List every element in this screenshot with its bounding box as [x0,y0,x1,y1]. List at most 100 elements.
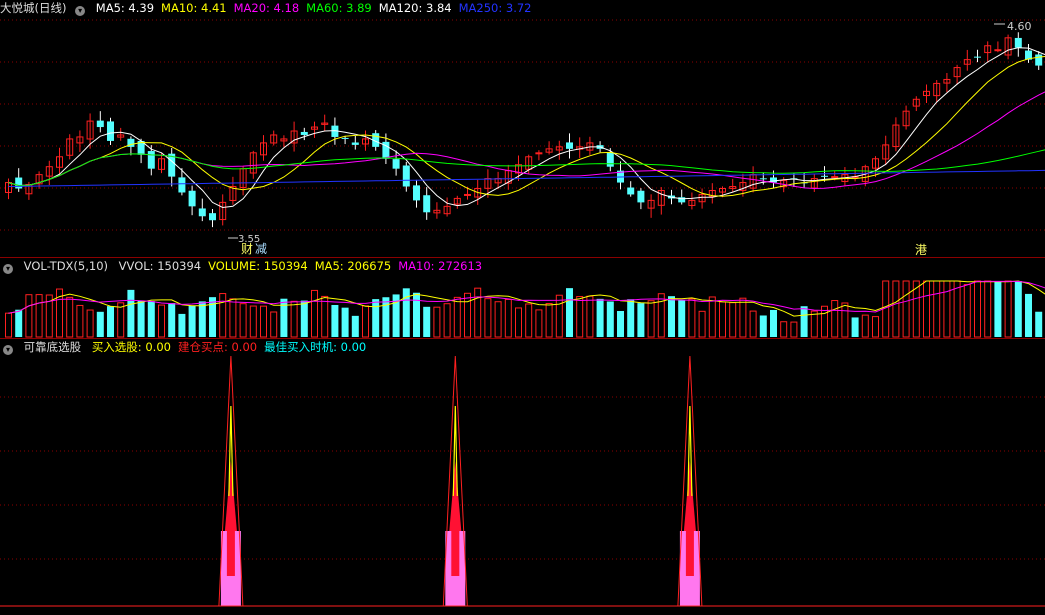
volume-bar [5,312,12,338]
volume-ma5-line [8,280,1045,317]
volume-bar [260,305,267,338]
chevron-down-icon[interactable]: ▾ [75,6,86,16]
candle-body [341,137,349,139]
volume-bar [188,305,196,337]
volume-bar [708,296,716,338]
volume-bar [494,301,502,338]
volume-bar [168,303,176,337]
volume-bar [321,295,329,338]
indicator-label: 最佳买入时机: 0.00 [264,340,367,354]
volume-title: VOL-TDX(5,10) [23,259,109,273]
volume-bar [372,299,380,337]
volume-bar [280,298,288,337]
signal-panel: ▾ 可靠底选股 买入选股: 0.00 建仓买点: 0.00 最佳买入时机: 0.00 [0,339,1045,615]
volume-bar [290,300,298,338]
candle-body [637,190,645,203]
volume-bar [464,292,471,338]
candle-body [974,56,981,58]
volume-panel: ▾ VOL-TDX(5,10) VVOL: 150394 VOLUME: 1503… [0,258,1045,338]
volume-bar [586,295,594,338]
volume-bar [117,302,125,338]
volume-bar [351,315,359,337]
volume-bar [678,299,686,337]
volume-bar [331,304,339,337]
ma5-line [8,47,1045,209]
price-high-label: 4.60 [1007,20,1032,33]
volume-bar [270,311,278,338]
candle-body [606,152,614,167]
volume-bar [362,305,369,338]
volume-bar [484,298,492,338]
signal-peak-fill [224,461,237,531]
indicator-label: MA120: 3.84 [378,1,452,15]
volume-bar [1025,293,1032,337]
volume-bar [831,300,839,338]
volume-bar [96,311,104,337]
volume-bar [147,301,155,337]
candlestick-chart[interactable] [0,0,1045,257]
candle-body [392,159,400,169]
volume-bar [729,302,737,338]
volume-bar [606,301,614,337]
candle-body [423,195,431,213]
signal-title: 可靠底选股 [23,340,82,354]
candle-body [627,187,635,195]
volume-bar [545,303,553,338]
volume-bar [953,280,961,338]
chevron-down-icon[interactable]: ▾ [3,264,13,274]
volume-bar [749,310,757,338]
volume-bar [861,314,869,338]
candle-body [1035,54,1043,66]
volume-bar [596,298,604,337]
indicator-label: MA5: 206675 [314,259,392,273]
candle-body [402,165,410,187]
candle-body [107,121,114,141]
signal-peak-fill [683,461,696,531]
volume-bar [872,316,879,338]
volume-bar [453,296,461,338]
volume-bar [984,280,992,338]
volume-bar [923,280,930,338]
volume-bar [402,288,410,337]
volume-bar [311,289,318,338]
candle-body [821,175,828,177]
volume-bar [668,296,675,337]
volume-bar [413,292,420,337]
stock-period: (日线) [34,1,67,15]
volume-bar [739,297,747,338]
volume-bar [933,280,941,338]
candle-body [994,49,1002,52]
signal-indicators: 买入选股: 0.00 建仓买点: 0.00 最佳买入时机: 0.00 [92,340,373,354]
volume-bar [1004,280,1012,338]
indicator-label: 买入选股: 0.00 [91,340,171,354]
volume-bar [800,306,808,337]
volume-bar [300,300,308,337]
signal-header: ▾ 可靠底选股 买入选股: 0.00 建仓买点: 0.00 最佳买入时机: 0.00 [0,339,380,355]
ma250-line [8,169,1045,187]
volume-bar [443,303,451,338]
volume-bar [15,309,23,337]
volume-bar [86,309,94,338]
indicator-label: MA250: 3.72 [458,1,532,15]
candle-body [188,190,196,207]
signal-chart[interactable] [0,339,1045,615]
volume-bar [974,280,981,338]
marker-gang[interactable]: 港 [915,241,927,257]
candle-body [413,185,420,201]
volume-indicators: VVOL: 150394 VOLUME: 150394 MA5: 206675 MA1… [119,259,489,273]
volume-bar [178,313,186,337]
candle-body [351,142,359,145]
volume-bar [535,309,543,338]
candle-body [209,213,216,221]
volume-bar [627,299,635,337]
volume-bar [504,298,512,338]
stock-title[interactable]: 大悦城(日线) [0,1,70,15]
volume-bar [107,306,114,337]
indicator-label: MA5: 4.39 [95,1,155,15]
volume-bar [637,303,645,337]
volume-bar [657,293,665,338]
chevron-down-icon[interactable]: ▾ [3,345,13,355]
volume-bar [841,302,849,338]
volume-ma10-line [8,280,1045,314]
volume-bar [759,315,767,337]
